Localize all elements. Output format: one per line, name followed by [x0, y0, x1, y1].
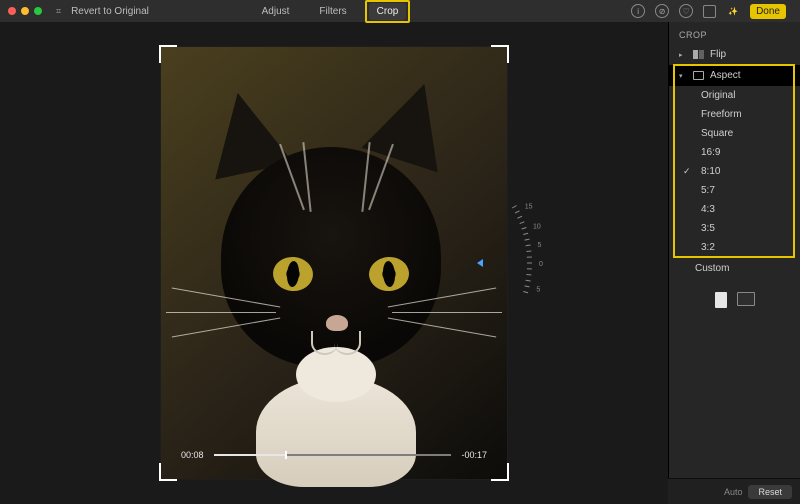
- flip-label: Flip: [710, 49, 726, 60]
- tab-crop[interactable]: Crop: [369, 3, 407, 20]
- svg-text:15: 15: [525, 204, 533, 211]
- favorite-icon[interactable]: ♡: [679, 4, 693, 18]
- aspect-option[interactable]: 3:2: [695, 238, 800, 257]
- chevron-right-icon: ▸: [679, 51, 687, 59]
- svg-text:5: 5: [536, 286, 540, 293]
- orientation-toggle: [669, 280, 800, 308]
- scrubber-progress: [214, 454, 285, 456]
- crop-sidebar: CROP ▸ Flip ▾ Aspect OriginalFreeformSqu…: [668, 22, 800, 504]
- dial-indicator-icon: [477, 259, 483, 267]
- crop-handle-top-right[interactable]: [491, 45, 509, 63]
- aspect-option[interactable]: Square: [695, 124, 800, 143]
- subject-art: [326, 315, 348, 331]
- crop-canvas[interactable]: 00:08 -00:17 1510505: [0, 22, 668, 504]
- info-icon[interactable]: i: [631, 4, 645, 18]
- crop-handle-top-left[interactable]: [159, 45, 177, 63]
- enhance-icon[interactable]: ✨: [726, 4, 740, 18]
- aspect-option[interactable]: 4:3: [695, 200, 800, 219]
- close-window-button[interactable]: [8, 7, 16, 15]
- reset-button[interactable]: Reset: [748, 485, 792, 499]
- aspect-label: Aspect: [710, 70, 741, 81]
- toolbar-right: i ⊘ ♡ ✨ Done: [631, 4, 786, 19]
- chevron-down-icon: ▾: [679, 72, 687, 80]
- rotate-icon[interactable]: [703, 5, 716, 18]
- scrubber-track[interactable]: [214, 454, 452, 456]
- aspect-row[interactable]: ▾ Aspect: [669, 65, 800, 86]
- edit-mode-tabs: Adjust Filters Crop: [254, 3, 407, 20]
- block-icon[interactable]: ⊘: [655, 4, 669, 18]
- revert-to-original-button[interactable]: Revert to Original: [71, 6, 149, 17]
- aspect-option-custom[interactable]: Custom: [669, 257, 800, 280]
- scrubber-thumb[interactable]: [285, 451, 287, 459]
- remaining-time: -00:17: [461, 450, 487, 460]
- subject-art: [166, 312, 276, 313]
- minimize-window-button[interactable]: [21, 7, 29, 15]
- zoom-indicator[interactable]: ⌗: [56, 6, 61, 17]
- aspect-option[interactable]: 8:10: [695, 162, 800, 181]
- subject-art: [392, 312, 502, 313]
- tab-filters[interactable]: Filters: [311, 3, 354, 20]
- aspect-option[interactable]: 16:9: [695, 143, 800, 162]
- crop-handle-bottom-right[interactable]: [491, 463, 509, 481]
- window-titlebar: ⌗ Revert to Original Adjust Filters Crop…: [0, 0, 800, 22]
- svg-text:0: 0: [539, 261, 543, 268]
- fullscreen-window-button[interactable]: [34, 7, 42, 15]
- aspect-option[interactable]: Original: [695, 86, 800, 105]
- orientation-landscape-button[interactable]: [737, 292, 755, 306]
- tab-adjust[interactable]: Adjust: [254, 3, 298, 20]
- aspect-option[interactable]: Freeform: [695, 105, 800, 124]
- aspect-icon: [693, 71, 704, 80]
- aspect-option[interactable]: 5:7: [695, 181, 800, 200]
- crop-handle-bottom-left[interactable]: [159, 463, 177, 481]
- aspect-option[interactable]: 3:5: [695, 219, 800, 238]
- orientation-portrait-button[interactable]: [715, 292, 727, 308]
- window-controls: [8, 7, 42, 15]
- video-frame[interactable]: 00:08 -00:17 1510505: [161, 47, 507, 479]
- flip-row[interactable]: ▸ Flip: [669, 44, 800, 65]
- sidebar-footer: Auto Reset: [668, 478, 800, 504]
- svg-text:10: 10: [533, 223, 541, 230]
- elapsed-time: 00:08: [181, 450, 204, 460]
- editor-main: 00:08 -00:17 1510505 CROP ▸ Flip: [0, 22, 800, 504]
- svg-text:5: 5: [537, 242, 541, 249]
- straighten-dial[interactable]: 1510505: [477, 178, 537, 348]
- aspect-options: OriginalFreeformSquare16:98:105:74:33:53…: [669, 86, 800, 257]
- subject-art: [311, 331, 361, 361]
- flip-icon: [693, 50, 704, 59]
- auto-button[interactable]: Auto: [724, 487, 743, 497]
- done-button[interactable]: Done: [750, 4, 786, 19]
- grid-icon: ⌗: [56, 6, 61, 17]
- video-scrubber[interactable]: 00:08 -00:17: [181, 445, 487, 465]
- sidebar-title: CROP: [669, 22, 800, 44]
